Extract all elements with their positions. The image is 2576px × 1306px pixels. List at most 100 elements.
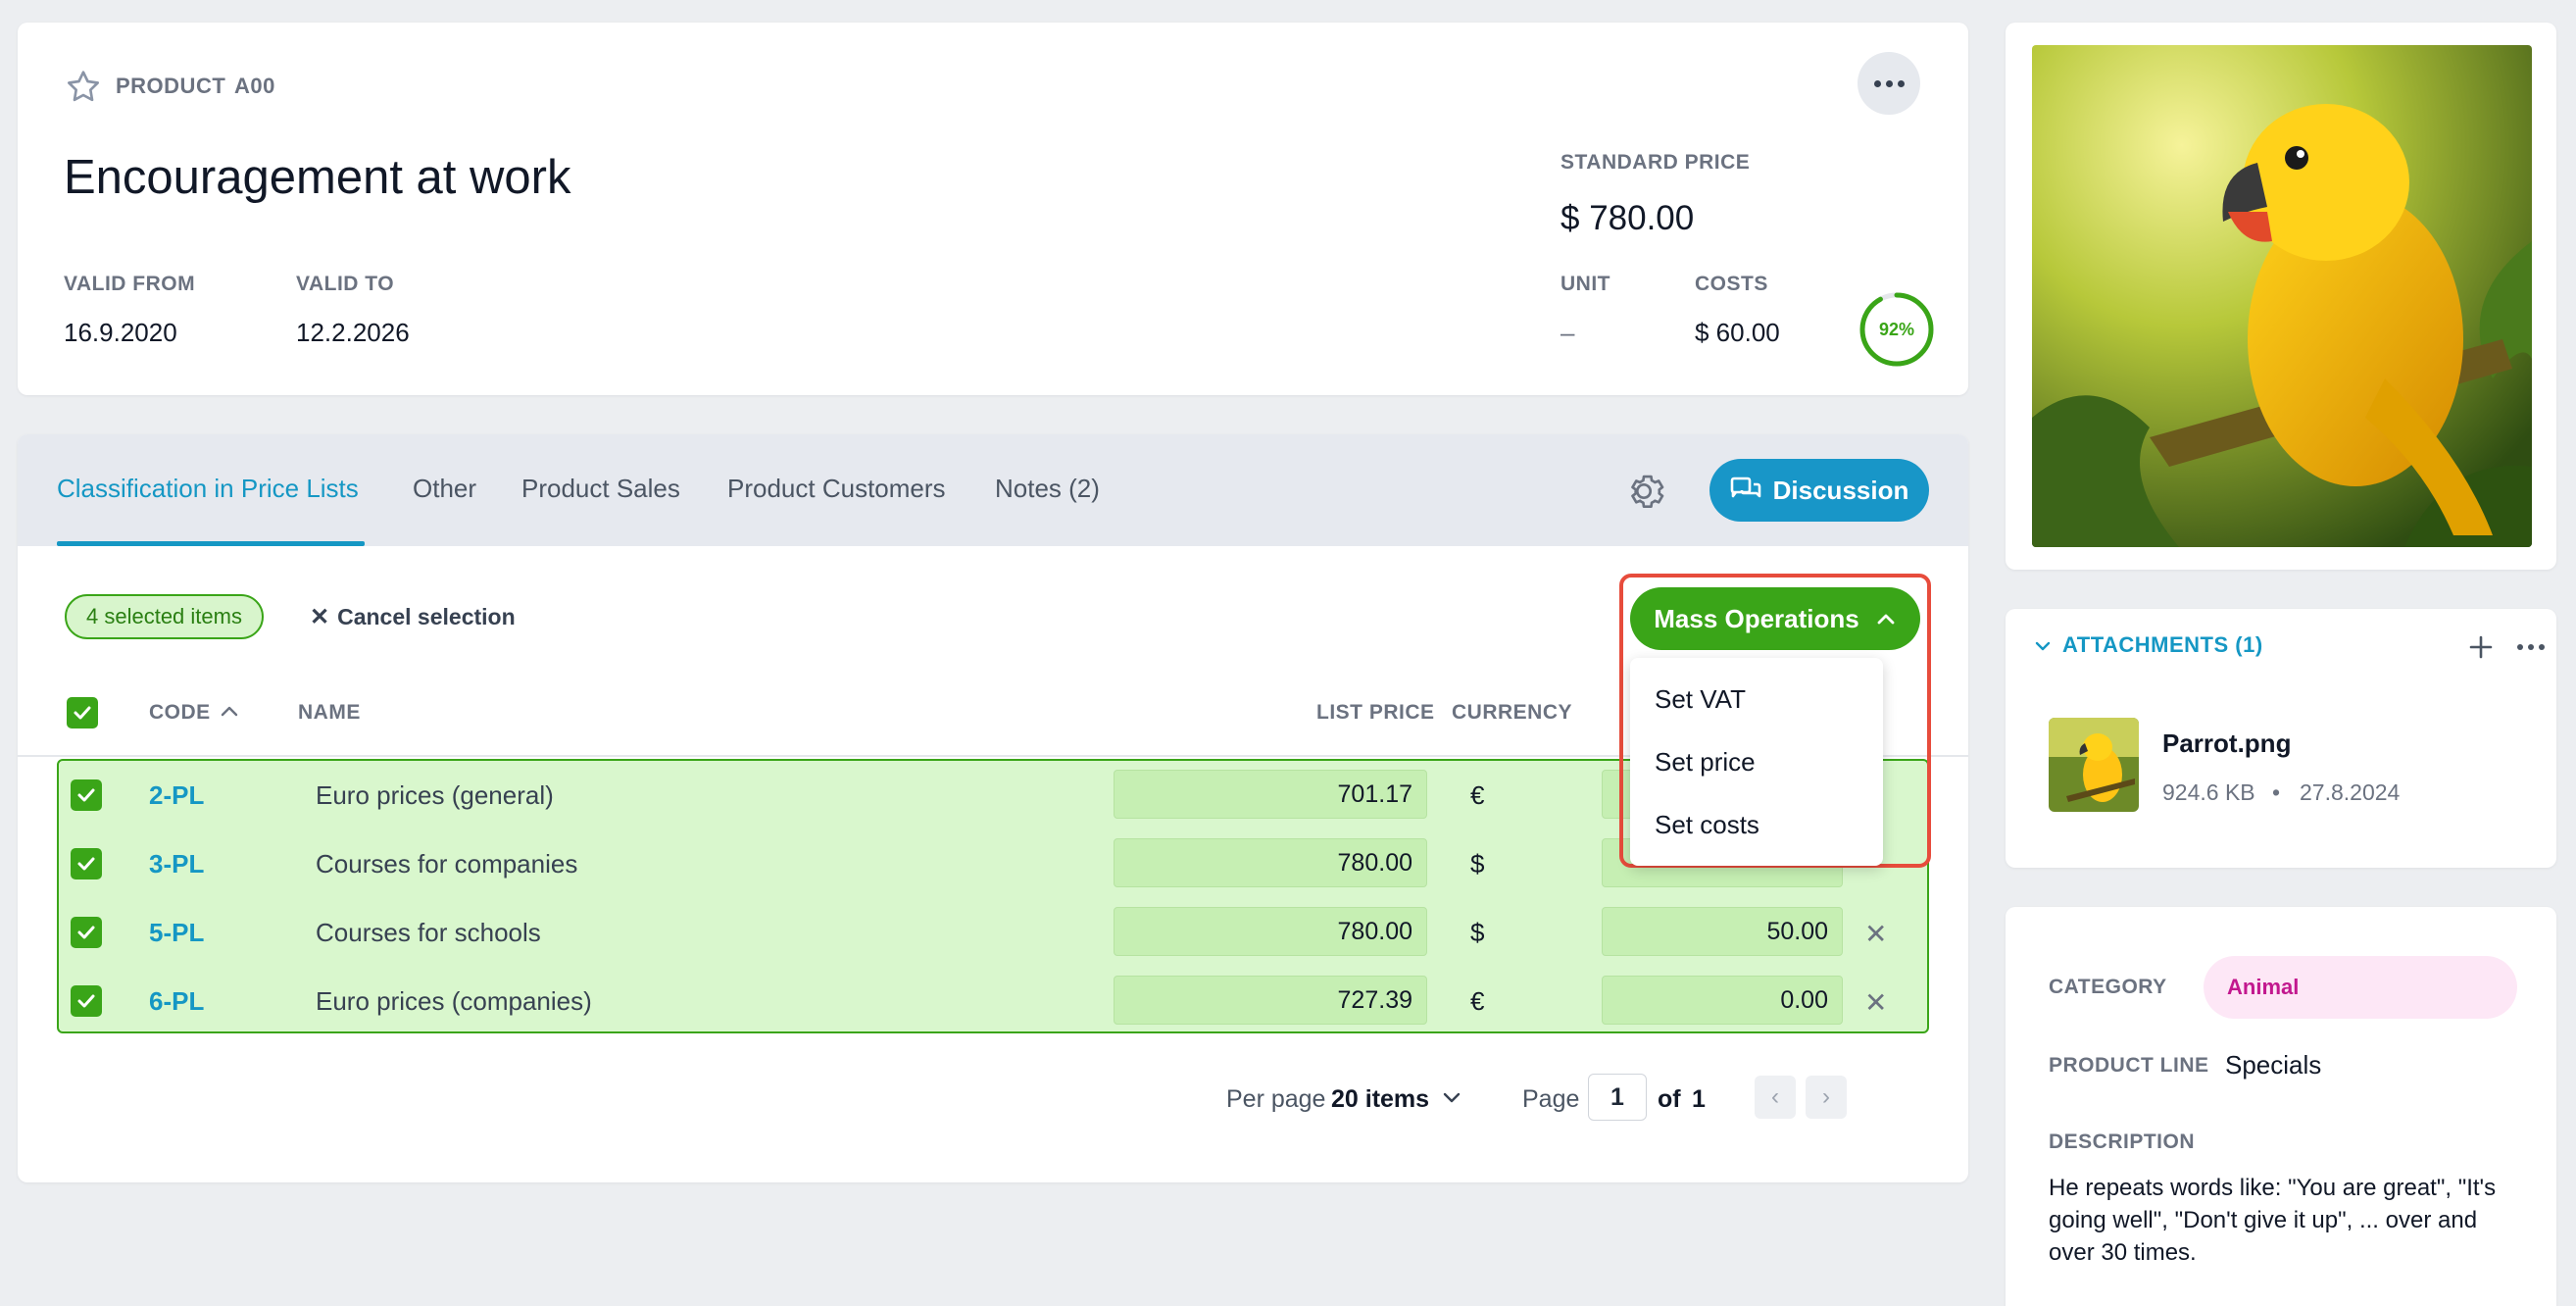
per-page-label: Per page bbox=[1226, 1085, 1326, 1113]
list-price-input[interactable]: 780.00 bbox=[1114, 838, 1427, 887]
product-details-card: CATEGORY Animal PRODUCT LINE Specials DE… bbox=[2006, 907, 2556, 1306]
star-icon[interactable] bbox=[64, 68, 103, 107]
chat-icon bbox=[1730, 477, 1760, 498]
row-currency: $ bbox=[1470, 918, 1485, 947]
list-price-input[interactable]: 780.00 bbox=[1114, 907, 1427, 956]
row-code-link[interactable]: 5-PL bbox=[149, 918, 204, 948]
page-number-input[interactable]: 1 bbox=[1588, 1074, 1647, 1121]
unit-label: UNIT bbox=[1560, 273, 1610, 295]
table-row[interactable]: 6-PL Euro prices (companies) 727.39 € 0.… bbox=[59, 967, 1927, 1035]
costs-label: COSTS bbox=[1695, 273, 1768, 295]
list-price-input[interactable]: 727.39 bbox=[1114, 976, 1427, 1025]
parrot-product-image[interactable] bbox=[2032, 45, 2532, 547]
tab-other[interactable]: Other bbox=[413, 474, 476, 504]
check-icon bbox=[77, 857, 95, 871]
attachment-file-size: 924.6 KB bbox=[2162, 779, 2255, 805]
cancel-selection-label: Cancel selection bbox=[337, 604, 516, 629]
more-options-icon[interactable] bbox=[2517, 644, 2545, 650]
standard-price-value: $ 780.00 bbox=[1560, 199, 1695, 237]
mass-operations-button[interactable]: Mass Operations bbox=[1630, 587, 1920, 650]
valid-from-label: VALID FROM bbox=[64, 273, 196, 295]
product-image-card bbox=[2006, 23, 2556, 570]
active-tab-indicator bbox=[57, 541, 365, 546]
chevron-right-icon: › bbox=[1822, 1083, 1830, 1110]
discussion-label: Discussion bbox=[1772, 475, 1909, 505]
standard-price-label: STANDARD PRICE bbox=[1560, 151, 1751, 174]
sort-ascending-icon[interactable] bbox=[218, 701, 241, 723]
valid-from-value: 16.9.2020 bbox=[64, 318, 177, 347]
valid-to-label: VALID TO bbox=[296, 273, 395, 295]
chevron-down-icon[interactable] bbox=[1439, 1085, 1464, 1111]
costs-input[interactable]: 0.00 bbox=[1602, 976, 1843, 1025]
total-pages: 1 bbox=[1692, 1085, 1706, 1113]
unit-value: – bbox=[1560, 318, 1575, 347]
chevron-up-icon bbox=[1877, 614, 1895, 625]
product-header-card: PRODUCT A00 Encouragement at work VALID … bbox=[18, 23, 1968, 395]
per-page-select[interactable]: 20 items bbox=[1331, 1085, 1429, 1114]
row-checkbox[interactable] bbox=[71, 848, 102, 879]
row-name: Courses for schools bbox=[316, 918, 541, 947]
category-label: CATEGORY bbox=[2049, 976, 2167, 998]
row-checkbox[interactable] bbox=[71, 779, 102, 811]
product-line-label: PRODUCT LINE bbox=[2049, 1054, 2209, 1077]
check-icon bbox=[77, 788, 95, 802]
row-checkbox[interactable] bbox=[71, 917, 102, 948]
row-name: Courses for companies bbox=[316, 849, 578, 879]
tab-notes[interactable]: Notes (2) bbox=[995, 474, 1100, 504]
valid-to-value: 12.2.2026 bbox=[296, 318, 410, 347]
previous-page-button[interactable]: ‹ bbox=[1755, 1076, 1796, 1119]
column-header-currency[interactable]: CURRENCY bbox=[1452, 701, 1572, 725]
check-icon bbox=[77, 994, 95, 1008]
remove-row-icon[interactable]: ✕ bbox=[1864, 918, 1887, 950]
table-row[interactable]: 5-PL Courses for schools 780.00 $ 50.00 … bbox=[59, 898, 1927, 967]
price-lists-card: Classification in Price Lists Other Prod… bbox=[18, 434, 1968, 1182]
tab-product-sales[interactable]: Product Sales bbox=[521, 474, 680, 504]
meta-separator-dot: • bbox=[2272, 779, 2281, 805]
row-currency: $ bbox=[1470, 849, 1485, 879]
parrot-thumbnail[interactable] bbox=[2049, 718, 2139, 812]
mass-operations-menu: Set VAT Set price Set costs bbox=[1630, 658, 1883, 866]
row-checkbox[interactable] bbox=[71, 985, 102, 1017]
attachments-title[interactable]: ATTACHMENTS (1) bbox=[2062, 632, 2263, 658]
chevron-left-icon: ‹ bbox=[1771, 1083, 1779, 1110]
product-type-label: PRODUCT bbox=[116, 74, 226, 98]
column-header-name[interactable]: NAME bbox=[298, 701, 361, 725]
row-name: Euro prices (general) bbox=[316, 780, 554, 810]
chevron-down-icon[interactable] bbox=[2033, 636, 2053, 656]
tab-classification-in-price-lists[interactable]: Classification in Price Lists bbox=[57, 474, 359, 504]
select-all-checkbox[interactable] bbox=[67, 697, 98, 728]
costs-input[interactable]: 50.00 bbox=[1602, 907, 1843, 956]
category-tag[interactable]: Animal bbox=[2204, 956, 2517, 1019]
check-icon bbox=[74, 706, 91, 720]
menu-item-set-costs[interactable]: Set costs bbox=[1655, 810, 1759, 840]
dot-icon bbox=[1897, 79, 1905, 87]
attachment-file-name[interactable]: Parrot.png bbox=[2162, 728, 2291, 759]
close-icon: ✕ bbox=[310, 604, 330, 630]
column-header-list-price[interactable]: LIST PRICE bbox=[1316, 701, 1435, 725]
attachments-card: ATTACHMENTS (1) Parrot.png 924.6 KB • 27… bbox=[2006, 609, 2556, 868]
product-code: A00 bbox=[234, 74, 275, 98]
tab-product-customers[interactable]: Product Customers bbox=[727, 474, 946, 504]
row-code-link[interactable]: 2-PL bbox=[149, 780, 204, 811]
product-line-value: Specials bbox=[2225, 1050, 2322, 1080]
gear-icon[interactable] bbox=[1621, 469, 1666, 514]
description-text: He repeats words like: "You are great", … bbox=[2049, 1175, 2497, 1266]
remove-row-icon[interactable]: ✕ bbox=[1864, 986, 1887, 1019]
menu-item-set-vat[interactable]: Set VAT bbox=[1655, 684, 1746, 715]
row-name: Euro prices (companies) bbox=[316, 986, 592, 1016]
page-label: Page bbox=[1522, 1085, 1580, 1113]
more-options-button[interactable] bbox=[1858, 52, 1920, 115]
discussion-button[interactable]: Discussion bbox=[1709, 459, 1929, 522]
column-header-code[interactable]: CODE bbox=[149, 701, 211, 725]
row-currency: € bbox=[1470, 986, 1485, 1016]
cancel-selection-button[interactable]: ✕ Cancel selection bbox=[310, 603, 516, 631]
dot-icon bbox=[1885, 79, 1893, 87]
row-code-link[interactable]: 6-PL bbox=[149, 986, 204, 1017]
next-page-button[interactable]: › bbox=[1806, 1076, 1847, 1119]
list-price-input[interactable]: 701.17 bbox=[1114, 770, 1427, 819]
page-title: Encouragement at work bbox=[64, 151, 571, 204]
dot-icon bbox=[1873, 79, 1881, 87]
menu-item-set-price[interactable]: Set price bbox=[1655, 747, 1756, 778]
row-code-link[interactable]: 3-PL bbox=[149, 849, 204, 879]
plus-icon[interactable] bbox=[2466, 632, 2496, 662]
